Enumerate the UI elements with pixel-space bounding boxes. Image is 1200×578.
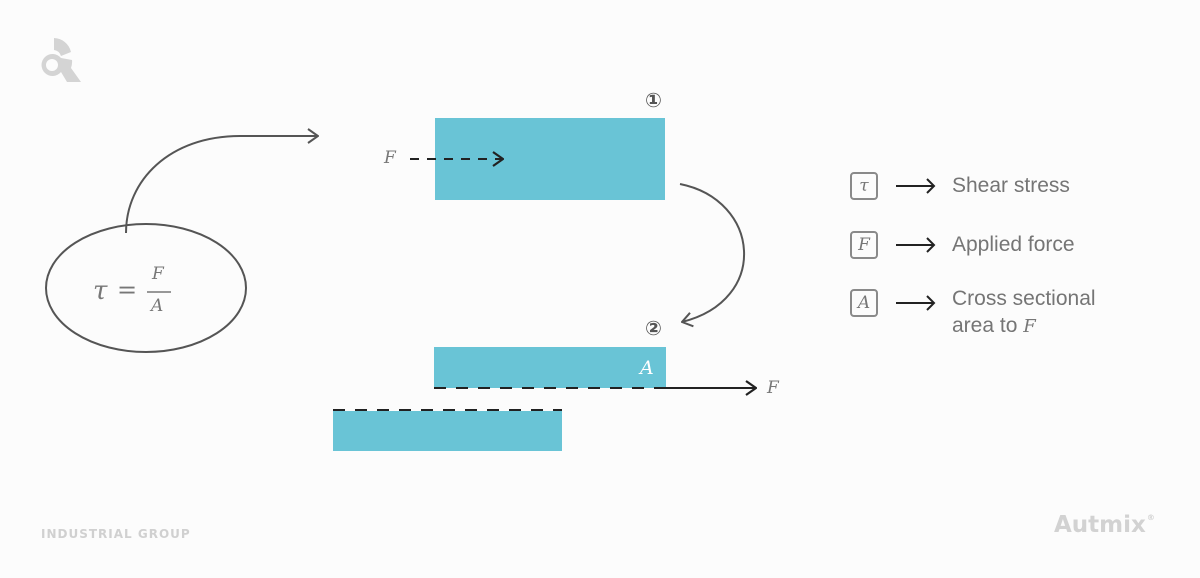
legend-text-line2-symbol: F (1023, 316, 1036, 337)
arrow-right-icon (896, 295, 936, 311)
step-two-force-label: F (767, 378, 779, 398)
brand-autmix-logo: Autmix® (1054, 512, 1155, 538)
step-one-force-label: F (384, 148, 396, 168)
curve-arrow-to-step-one (125, 136, 318, 234)
step-two-marker: ② (645, 316, 662, 340)
legend-symbol-a: A (850, 289, 878, 317)
legend-item-cross-sectional-area: A Cross sectional area to F (850, 287, 1096, 340)
legend-text-line1: Cross sectional (952, 287, 1096, 310)
block-step-two-upper (434, 347, 666, 388)
step-one-marker: ① (645, 88, 662, 112)
formula-tau: τ (93, 276, 108, 306)
formula-ellipse (45, 223, 247, 353)
curve-arrow-to-step-two (679, 183, 746, 322)
diagram-canvas: τ = F A ① F ② A F τ Shear stress F Appli… (0, 0, 1200, 578)
formula-denominator: A (151, 296, 164, 316)
formula-equals: = (117, 276, 138, 304)
registered-mark: ® (1146, 513, 1155, 522)
step-two-area-label: A (640, 357, 654, 379)
legend-text-cross-sectional-area: Cross sectional area to F (952, 285, 1096, 340)
legend-item-applied-force: F Applied force (850, 231, 1075, 259)
legend-symbol-tau: τ (850, 172, 878, 200)
brand-industrial-group: INDUSTRIAL GROUP (41, 527, 191, 541)
arrow-right-icon (896, 178, 936, 194)
arrow-right-icon (896, 237, 936, 253)
legend-item-shear-stress: τ Shear stress (850, 172, 1070, 200)
legend-text-applied-force: Applied force (952, 233, 1075, 256)
legend-text-line2-words: area to (952, 314, 1018, 337)
block-step-two-lower (333, 411, 562, 451)
brand-autmix-text: Autmix (1054, 512, 1146, 538)
formula-numerator: F (152, 264, 164, 284)
legend-text-line2: area to F (952, 312, 1096, 340)
legend-text-shear-stress: Shear stress (952, 174, 1070, 197)
legend-symbol-f: F (850, 231, 878, 259)
